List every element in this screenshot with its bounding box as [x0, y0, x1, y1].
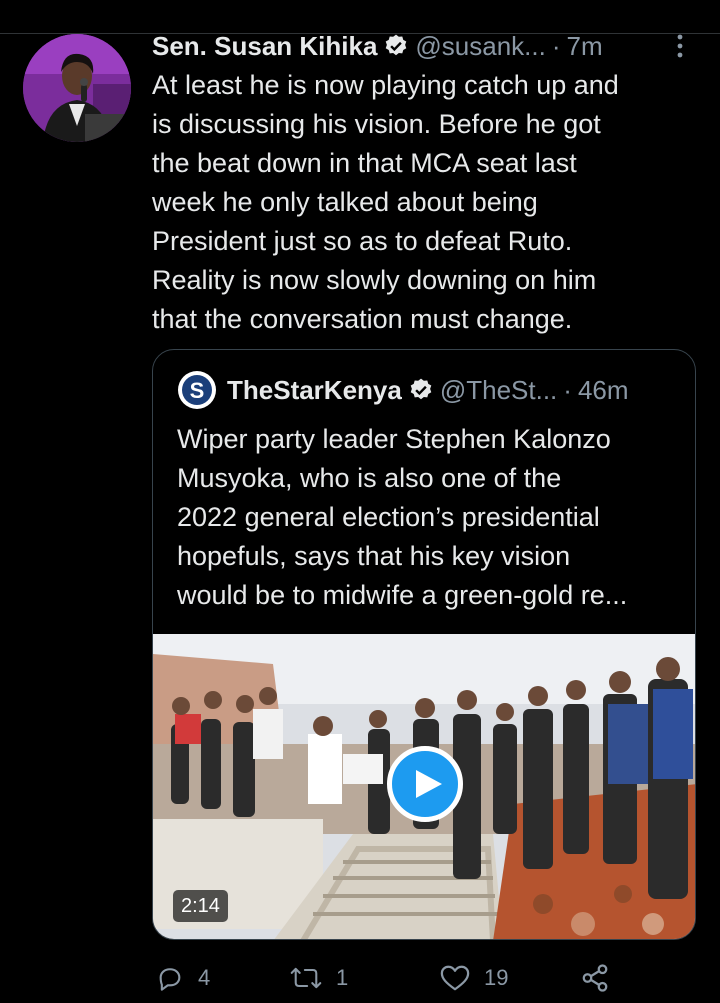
tweet-text-line: President just so as to defeat Ruto. — [152, 226, 573, 256]
quoted-text-line: Wiper party leader Stephen Kalonzo — [177, 424, 611, 454]
share-button[interactable] — [580, 958, 624, 998]
quoted-text-line: would be to midwife a green-gold re... — [177, 580, 628, 610]
like-count: 19 — [484, 965, 509, 990]
retweet-count: 1 — [336, 965, 349, 990]
quoted-author-name[interactable]: TheStarKenya — [227, 374, 402, 406]
like-icon — [440, 965, 470, 991]
tweet-text-line: the beat down in that MCA seat last — [152, 148, 577, 178]
play-icon — [416, 770, 442, 798]
tweet-header: Sen. Susan Kihika @susank... · 7m — [152, 30, 692, 62]
more-vertical-icon[interactable] — [670, 32, 690, 60]
quoted-tweet-timestamp[interactable]: 46m — [578, 374, 629, 406]
retweet-icon — [290, 967, 322, 989]
author-handle[interactable]: @susank... — [415, 30, 545, 62]
verified-badge-icon — [410, 378, 432, 400]
play-button[interactable] — [387, 746, 463, 822]
tweet-text: At least he is now playing catch up and … — [152, 66, 692, 339]
quoted-text-line: hopefuls, says that his key vision — [177, 541, 571, 571]
svg-text:S: S — [190, 378, 205, 403]
header-separator: · — [551, 31, 561, 61]
retweet-button[interactable]: 1 — [290, 958, 348, 998]
tweet-text-line: that the conversation must change. — [152, 304, 573, 334]
tweet-text-line: is discussing his vision. Before he got — [152, 109, 601, 139]
quoted-tweet-text: Wiper party leader Stephen Kalonzo Musyo… — [177, 420, 687, 615]
like-button[interactable]: 19 — [440, 958, 508, 998]
tweet-text-line: At least he is now playing catch up and — [152, 70, 619, 100]
quoted-tweet-header: S TheStarKenya @TheSt... · 46m — [177, 370, 687, 410]
tweet-text-line: Reality is now slowly downing on him — [152, 265, 597, 295]
reply-icon — [159, 968, 181, 991]
thestarkenya-logo[interactable]: S — [177, 370, 217, 410]
quoted-author-handle[interactable]: @TheSt... — [440, 374, 557, 406]
header-separator: · — [563, 375, 572, 405]
video-thumbnail[interactable]: 2:14 — [153, 634, 695, 939]
reply-button[interactable]: 4 — [156, 958, 210, 998]
avatar-photo — [23, 34, 131, 142]
reply-count: 4 — [198, 965, 211, 990]
quoted-text-line: Musyoka, who is also one of the — [177, 463, 562, 493]
share-icon — [582, 964, 608, 992]
tweet-timestamp[interactable]: 7m — [567, 30, 603, 62]
video-duration-badge: 2:14 — [173, 890, 228, 922]
avatar[interactable] — [23, 34, 131, 142]
quoted-tweet-card[interactable]: S TheStarKenya @TheSt... · 46m Wiper par… — [152, 349, 696, 940]
verified-badge-icon — [386, 34, 407, 56]
tweet-text-line: week he only talked about being — [152, 187, 538, 217]
quoted-text-line: 2022 general election’s presidential — [177, 502, 600, 532]
author-name[interactable]: Sen. Susan Kihika — [152, 30, 377, 62]
tweet-actions: 4 1 19 — [152, 958, 632, 998]
